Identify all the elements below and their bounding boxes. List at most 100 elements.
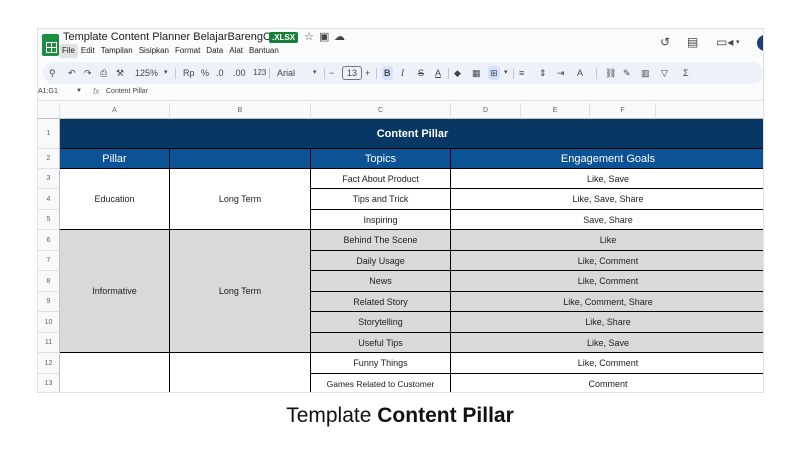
pillar-cell[interactable]: [60, 353, 170, 392]
version-history-icon[interactable]: ↺: [660, 35, 670, 49]
row-header[interactable]: 10: [38, 312, 60, 333]
menu-help[interactable]: Bantuan: [246, 44, 282, 58]
insert-comment-icon[interactable]: ✎: [623, 66, 631, 80]
strikethrough-button[interactable]: S: [418, 66, 424, 80]
column-header-c[interactable]: C: [311, 103, 451, 119]
column-header-a[interactable]: A: [60, 103, 170, 119]
goal-cell[interactable]: Like: [451, 230, 763, 251]
goal-cell[interactable]: Save, Share: [451, 210, 763, 230]
font-select[interactable]: Arial: [277, 66, 295, 80]
column-header-g[interactable]: [656, 103, 763, 119]
menu-edit[interactable]: Edit: [78, 44, 98, 58]
row-header[interactable]: 9: [38, 292, 60, 312]
increase-decimal-button[interactable]: .00: [233, 66, 246, 80]
increase-font-size-button[interactable]: +: [365, 66, 370, 80]
header-cell-pillar[interactable]: Pillar: [60, 149, 170, 169]
name-box[interactable]: A1:G1: [38, 88, 58, 95]
zoom-select[interactable]: 125%: [135, 66, 158, 80]
topic-cell[interactable]: Fact About Product: [311, 169, 451, 189]
row-header[interactable]: 8: [38, 271, 60, 292]
goal-cell[interactable]: Like, Comment: [451, 251, 763, 271]
menu-insert[interactable]: Sisipkan: [136, 44, 172, 58]
move-to-folder-icon[interactable]: ▣: [319, 30, 329, 43]
row-header[interactable]: 3: [38, 169, 60, 189]
goal-cell[interactable]: Like, Comment: [451, 353, 763, 374]
meet-dropdown-icon[interactable]: ▾: [736, 38, 740, 46]
term-cell[interactable]: [170, 353, 311, 392]
merge-cells-icon[interactable]: ⊞: [488, 66, 500, 80]
topic-cell[interactable]: Funny Things: [311, 353, 451, 374]
pillar-cell[interactable]: Education: [60, 169, 170, 230]
menu-format[interactable]: Format: [172, 44, 203, 58]
row-header[interactable]: 13: [38, 374, 60, 392]
comments-icon[interactable]: ▤: [687, 35, 698, 49]
fill-color-icon[interactable]: ◆: [454, 66, 461, 80]
goal-cell[interactable]: Like, Save: [451, 169, 763, 189]
row-header[interactable]: 7: [38, 251, 60, 271]
text-wrapping-icon[interactable]: ⇥: [557, 66, 565, 80]
goal-cell[interactable]: Like, Share: [451, 312, 763, 333]
topic-cell[interactable]: Inspiring: [311, 210, 451, 230]
topic-cell[interactable]: Daily Usage: [311, 251, 451, 271]
topic-cell[interactable]: Storytelling: [311, 312, 451, 333]
header-cell-engagement[interactable]: Engagement Goals: [451, 149, 763, 169]
goal-cell[interactable]: Like, Save, Share: [451, 189, 763, 210]
text-color-button[interactable]: A: [435, 66, 441, 80]
select-all-corner[interactable]: [38, 103, 60, 119]
decrease-decimal-button[interactable]: .0: [216, 66, 224, 80]
italic-button[interactable]: I: [401, 66, 404, 80]
menu-view[interactable]: Tampilan: [98, 44, 136, 58]
vertical-align-icon[interactable]: ⇕: [539, 66, 547, 80]
star-icon[interactable]: ☆: [304, 30, 314, 43]
paint-format-icon[interactable]: ⚒: [116, 66, 124, 80]
text-rotation-icon[interactable]: A: [577, 66, 583, 80]
column-header-b[interactable]: B: [170, 103, 311, 119]
formula-input[interactable]: Content Pillar: [106, 88, 148, 95]
zoom-chevron-down-icon[interactable]: ▾: [164, 66, 168, 80]
header-cell-term[interactable]: [170, 149, 311, 169]
column-header-e[interactable]: E: [521, 103, 590, 119]
topic-cell[interactable]: News: [311, 271, 451, 292]
sheet-title-cell[interactable]: Content Pillar: [60, 119, 763, 149]
font-size-input[interactable]: 13: [342, 66, 363, 80]
pillar-cell[interactable]: Informative: [60, 230, 170, 353]
merge-chevron-down-icon[interactable]: ▾: [504, 66, 508, 80]
row-header[interactable]: 12: [38, 353, 60, 374]
functions-icon[interactable]: Σ: [683, 66, 689, 80]
menu-data[interactable]: Data: [203, 44, 226, 58]
row-header[interactable]: 2: [38, 149, 60, 169]
bold-button[interactable]: B: [382, 66, 393, 80]
horizontal-align-icon[interactable]: ≡: [519, 66, 524, 80]
header-cell-topics[interactable]: Topics: [311, 149, 451, 169]
print-icon[interactable]: ⎙: [100, 66, 107, 80]
currency-format-button[interactable]: Rp: [183, 66, 195, 80]
row-header[interactable]: 5: [38, 210, 60, 230]
column-header-d[interactable]: D: [451, 103, 521, 119]
topic-cell[interactable]: Tips and Trick: [311, 189, 451, 210]
avatar[interactable]: [757, 35, 763, 51]
meet-icon[interactable]: ▭◂: [716, 35, 733, 49]
redo-icon[interactable]: ↷: [84, 66, 92, 80]
sheets-logo-icon[interactable]: [42, 34, 59, 56]
topic-cell[interactable]: Useful Tips: [311, 333, 451, 353]
goal-cell[interactable]: Comment: [451, 374, 763, 392]
undo-icon[interactable]: ↶: [68, 66, 76, 80]
create-filter-icon[interactable]: ▽: [661, 66, 668, 80]
percent-format-button[interactable]: %: [201, 66, 209, 80]
name-box-chevron-down-icon[interactable]: ▼: [76, 88, 82, 94]
more-formats-button[interactable]: 123: [253, 66, 266, 80]
borders-icon[interactable]: ▦: [472, 66, 481, 80]
row-header[interactable]: 1: [38, 119, 60, 149]
row-header[interactable]: 6: [38, 230, 60, 251]
insert-chart-icon[interactable]: ▥: [641, 66, 650, 80]
term-cell[interactable]: Long Term: [170, 230, 311, 353]
topic-cell[interactable]: Behind The Scene: [311, 230, 451, 251]
row-header[interactable]: 4: [38, 189, 60, 210]
menu-file[interactable]: File: [59, 44, 78, 58]
goal-cell[interactable]: Like, Comment, Share: [451, 292, 763, 312]
row-header[interactable]: 11: [38, 333, 60, 353]
topic-cell[interactable]: Related Story: [311, 292, 451, 312]
goal-cell[interactable]: Like, Comment: [451, 271, 763, 292]
column-header-f[interactable]: F: [590, 103, 656, 119]
decrease-font-size-button[interactable]: −: [329, 66, 334, 80]
